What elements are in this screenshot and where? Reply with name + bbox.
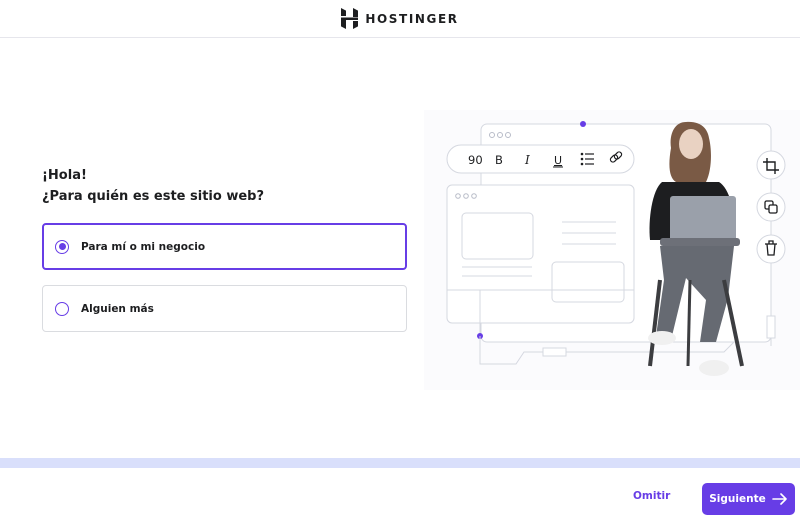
crop-button[interactable] xyxy=(756,150,786,180)
delete-button[interactable] xyxy=(756,234,786,264)
radio-unselected-icon[interactable] xyxy=(55,301,69,316)
option-label: Alguien más xyxy=(81,302,154,315)
bold-icon[interactable]: B xyxy=(495,153,503,167)
radio-selected-icon[interactable] xyxy=(55,239,69,254)
option-someone-else[interactable]: Alguien más xyxy=(42,285,407,332)
option-me-or-business[interactable]: Para mí o mi negocio xyxy=(42,223,407,270)
option-label: Para mí o mi negocio xyxy=(81,240,206,253)
format-toolbar[interactable]: 90 B I U xyxy=(446,144,635,174)
arrow-right-icon xyxy=(771,493,787,505)
website-editor-illustration: 90 B I U xyxy=(424,110,800,390)
greeting-text: ¡Hola! xyxy=(42,168,87,183)
brand-logo[interactable]: HOSTINGER xyxy=(341,8,458,29)
progress-bar xyxy=(0,458,800,468)
copy-button[interactable] xyxy=(756,192,786,222)
question-text: ¿Para quién es este sitio web? xyxy=(42,189,265,204)
underline-icon[interactable]: U xyxy=(554,154,562,167)
top-bar: HOSTINGER xyxy=(0,0,800,38)
italic-icon[interactable]: I xyxy=(524,153,530,167)
brand-name: HOSTINGER xyxy=(365,11,459,26)
question-block: ¡Hola! ¿Para quién es este sitio web? xyxy=(42,165,407,207)
hostinger-logo-icon xyxy=(341,8,359,29)
accent-dot xyxy=(580,121,586,127)
skip-button[interactable]: Omitir xyxy=(633,490,670,502)
font-size-value[interactable]: 90 xyxy=(468,153,483,167)
next-button-label: Siguiente xyxy=(709,493,766,505)
next-button[interactable]: Siguiente xyxy=(702,483,795,515)
